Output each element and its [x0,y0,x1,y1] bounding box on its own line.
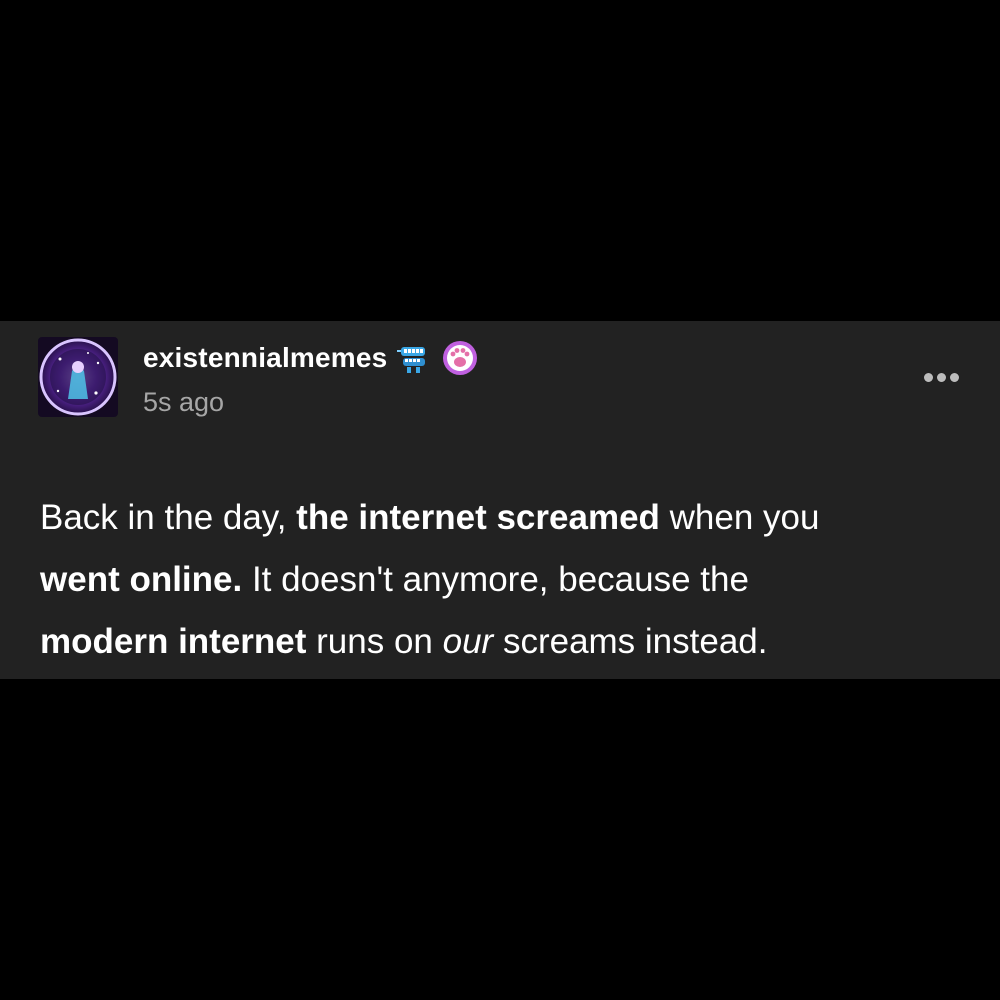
ellipsis-icon-dot [923,372,933,382]
ellipsis-icon-dot [949,372,959,382]
post-body-line: went online. It doesn't anymore, because… [40,549,980,611]
chattering-teeth-icon [395,339,433,377]
body-text-span: runs on [306,622,443,661]
timestamp: 5s ago [143,387,225,417]
ellipsis-icon-dot [936,372,946,382]
body-text-span: It doesn't anymore, because the [242,560,749,599]
post-body-line: Back in the day, the internet screamed w… [40,487,980,549]
post-header: existennialmemes [143,341,479,375]
cat-paw-icon [441,339,479,377]
avatar[interactable] [38,337,118,417]
post-body-line: modern internet runs on our screams inst… [40,611,980,673]
avatar-image [38,337,118,417]
username[interactable]: existennialmemes [143,342,387,374]
body-text-span: screams instead. [493,622,768,661]
body-bold-span: went online. [40,560,243,599]
body-italic-span: our [442,622,494,661]
post-card: existennialmemes 5s ago Back in the day,… [0,321,1000,679]
body-text-span: Back in the day, [40,498,297,537]
post-body: Back in the day, the internet screamed w… [40,487,980,673]
body-bold-span: the internet screamed [296,498,660,537]
body-bold-span: modern internet [40,622,307,661]
body-text-span: when you [659,498,820,537]
more-options-button[interactable] [918,365,964,389]
